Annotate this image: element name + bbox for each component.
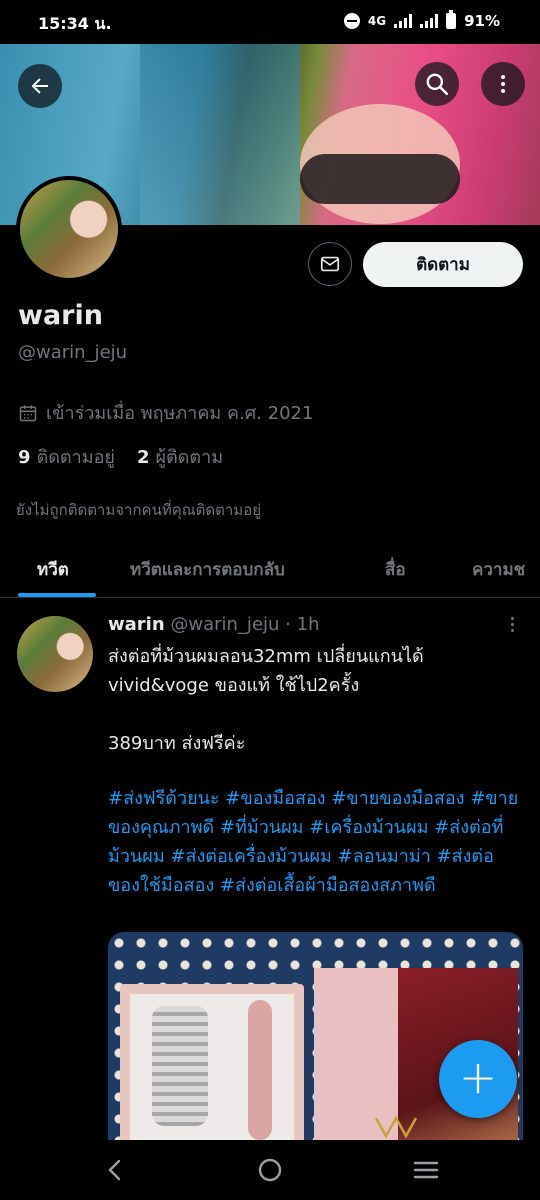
network-type: 4G — [367, 14, 387, 28]
signal-icon — [420, 14, 439, 28]
image-product-tray — [120, 984, 304, 1162]
followers-label: ผู้ติดตาม — [155, 447, 224, 468]
following-label: ติดตามอยู่ — [36, 447, 115, 468]
tweet-header: warin @warin_jeju · 1h — [108, 614, 320, 635]
following-count: 9 — [18, 447, 31, 468]
image-brush-attachment — [152, 1006, 208, 1126]
nav-back-button[interactable] — [97, 1154, 133, 1186]
joined-date-text: เข้าร่วมเมื่อ พฤษภาคม ค.ศ. 2021 — [46, 403, 314, 424]
tweet-author-name[interactable]: warin — [108, 614, 165, 635]
tab-media[interactable]: สื่อ — [385, 556, 406, 583]
nav-home-icon — [258, 1158, 282, 1182]
following-link[interactable]: 9 ติดตามอยู่ — [18, 442, 115, 471]
follow-stats: 9 ติดตามอยู่ 2 ผู้ติดตาม — [18, 442, 223, 471]
do-not-disturb-icon — [343, 13, 360, 29]
tab-likes[interactable]: ความช — [472, 556, 525, 583]
more-options-button[interactable] — [481, 62, 525, 106]
plus-icon: + — [458, 1050, 498, 1104]
tweet-time[interactable]: 1h — [297, 614, 320, 635]
tweet-separator: · — [285, 614, 291, 635]
followers-link[interactable]: 2 ผู้ติดตาม — [137, 442, 223, 471]
message-button[interactable] — [308, 242, 352, 286]
nav-recents-button[interactable] — [408, 1154, 444, 1186]
tweet-author-avatar[interactable] — [17, 616, 93, 692]
status-icons: 4G 91% — [343, 10, 500, 30]
battery-level: 91% — [464, 12, 500, 30]
status-time: 15:34 น. — [38, 14, 112, 33]
back-button[interactable] — [18, 64, 62, 108]
compose-tweet-button[interactable]: + — [439, 1040, 517, 1118]
battery-icon — [446, 10, 457, 29]
nav-home-button[interactable] — [252, 1154, 288, 1186]
banner-decoration — [140, 44, 300, 225]
active-tab-indicator — [18, 593, 96, 597]
more-vertical-icon — [501, 75, 505, 93]
tab-tweets-and-replies[interactable]: ทวีตและการตอบกลับ — [130, 556, 285, 583]
followers-count: 2 — [136, 447, 150, 468]
search-icon — [426, 73, 449, 96]
follow-button[interactable]: ติดตาม — [363, 242, 523, 287]
profile-avatar[interactable] — [16, 176, 122, 282]
tweet-author-handle[interactable]: @warin_jeju — [170, 614, 279, 635]
system-nav-bar — [0, 1140, 540, 1200]
banner-decoration — [300, 154, 460, 204]
tweet-text: ส่งต่อที่ม้วนผมลอน32mm เปลี่ยนแกนได้ viv… — [108, 646, 424, 754]
mobile-signal-icon — [394, 14, 413, 28]
search-button[interactable] — [415, 62, 459, 106]
tweet-more-button[interactable] — [502, 614, 522, 634]
profile-tabs: ทวีต ทวีตและการตอบกลับ สื่อ ความช — [0, 540, 540, 598]
status-bar: 15:34 น. 4G 91% — [0, 0, 540, 44]
not-followed-note: ยังไม่ถูกติดตามจากคนที่คุณติดตามอยู่ — [16, 501, 261, 519]
joined-date: เข้าร่วมเมื่อ พฤษภาคม ค.ศ. 2021 — [18, 398, 313, 427]
back-arrow-icon — [31, 78, 48, 94]
image-curling-wand — [248, 1000, 272, 1140]
user-handle: @warin_jeju — [18, 342, 128, 363]
mail-icon — [320, 256, 340, 272]
tweet-hashtags[interactable]: #ส่งฟรีด้วยนะ #ของมือสอง #ขายของมือสอง #… — [108, 784, 528, 900]
nav-recents-icon — [413, 1161, 439, 1179]
tab-tweets[interactable]: ทวีต — [37, 556, 69, 583]
display-name: warin — [18, 300, 103, 331]
calendar-icon — [19, 405, 37, 421]
nav-back-icon — [108, 1159, 121, 1181]
